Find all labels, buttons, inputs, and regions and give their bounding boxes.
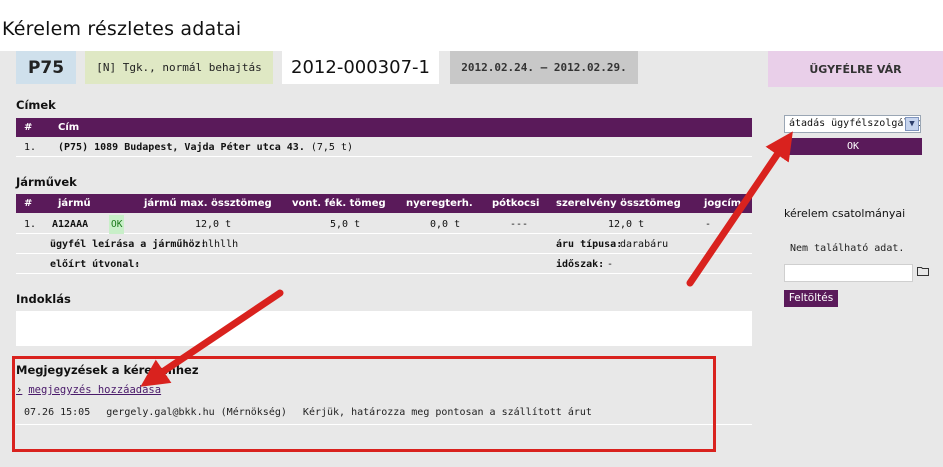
page-title: Kérelem részletes adatai xyxy=(2,18,242,40)
attachments-empty: Nem található adat. xyxy=(790,243,905,254)
col-header-index: # xyxy=(24,198,33,209)
justification-heading: Indoklás xyxy=(16,292,71,306)
date-range-badge: 2012.02.24. – 2012.02.29. xyxy=(450,51,638,84)
period-label: időszak: xyxy=(556,259,605,270)
vehicle-details-row: ügyfél leírása a járműhöz: hlhllh áru tí… xyxy=(16,235,752,254)
col-header-title: jogcím xyxy=(704,198,742,209)
ok-button[interactable]: OK xyxy=(784,138,922,155)
vehicle-combo-weight: 12,0 t xyxy=(608,219,645,230)
action-select[interactable]: átadás ügyfélszolgálatnak ▼ xyxy=(784,115,921,133)
vehicles-table-header: # jármű jármű max. össztömeg vont. fék. … xyxy=(16,194,752,213)
attachments-title: kérelem csatolmányai xyxy=(784,207,906,220)
row-index: 1. xyxy=(24,219,37,230)
vehicle-max-weight: 12,0 t xyxy=(195,219,232,230)
desc-label: ügyfél leírása a járműhöz: xyxy=(50,239,207,250)
vehicle-title: - xyxy=(705,219,712,230)
action-select-value: átadás ügyfélszolgálatnak xyxy=(789,118,920,129)
chevron-down-icon[interactable]: ▼ xyxy=(905,117,919,131)
col-header-saddle-load: nyeregterh. xyxy=(406,198,473,209)
justification-box xyxy=(16,311,752,346)
cargo-value: darabáru xyxy=(620,239,669,250)
row-index: 1. xyxy=(24,142,37,153)
vehicle-plate: A12AAA xyxy=(52,219,89,230)
vehicle-trailer: --- xyxy=(510,219,529,230)
request-code-badge: P75 xyxy=(16,51,76,84)
status-badge: ÜGYFÉLRE VÁR xyxy=(768,51,943,87)
upload-button[interactable]: Feltöltés xyxy=(784,290,838,307)
vehicle-details-row: előírt útvonal: - időszak: - xyxy=(16,255,752,274)
col-header-index: # xyxy=(24,122,33,133)
cargo-label: áru típusa: xyxy=(556,239,623,250)
addresses-heading: Címek xyxy=(16,98,56,112)
vehicles-heading: Járművek xyxy=(16,175,77,189)
folder-icon[interactable] xyxy=(917,266,929,276)
col-header-vehicle: jármű xyxy=(58,198,91,209)
col-header-trailer: pótkocsi xyxy=(492,198,540,209)
route-value: - xyxy=(134,259,141,270)
col-header-max-weight: jármű max. össztömeg xyxy=(144,198,272,209)
col-header-braked-weight: vont. fék. tömeg xyxy=(292,198,386,209)
annotation-highlight-box xyxy=(12,356,716,452)
period-value: - xyxy=(607,259,614,270)
row-address-extra: (7,5 t) xyxy=(310,142,354,153)
request-type-badge: [N] Tgk., normál behajtás xyxy=(85,51,273,84)
table-row: 1. (P75) 1089 Budapest, Vajda Péter utca… xyxy=(16,138,752,157)
col-header-combo-weight: szerelvény össztömeg xyxy=(556,198,681,209)
table-row: 1. A12AAA OK 12,0 t 5,0 t 0,0 t --- 12,0… xyxy=(16,215,752,234)
row-address: (P75) 1089 Budapest, Vajda Péter utca 43… xyxy=(58,142,305,153)
addresses-table-header: # Cím xyxy=(16,118,752,137)
request-number: 2012-000307-1 xyxy=(282,51,439,84)
col-header-address: Cím xyxy=(58,122,80,133)
route-label: előírt útvonal: xyxy=(50,259,141,270)
vehicle-saddle-load: 0,0 t xyxy=(430,219,461,230)
file-input[interactable] xyxy=(784,264,913,282)
vehicle-ok-badge: OK xyxy=(109,215,125,234)
desc-value: hlhllh xyxy=(202,239,239,250)
vehicle-braked-weight: 5,0 t xyxy=(330,219,361,230)
